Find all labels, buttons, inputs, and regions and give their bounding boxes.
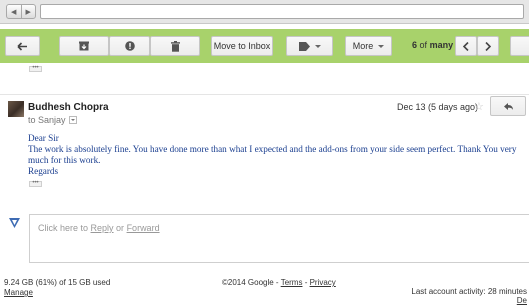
pager-status: 6 of many: [412, 40, 453, 50]
move-to-inbox-button[interactable]: Move to Inbox: [211, 36, 273, 56]
reply-arrow-icon: [9, 218, 20, 228]
reply-prompt-or: or: [113, 223, 127, 233]
label-icon: [298, 41, 310, 51]
pager-total: many: [429, 40, 454, 50]
privacy-link[interactable]: Privacy: [310, 278, 336, 287]
message-divider: [0, 94, 529, 95]
labels-button[interactable]: [286, 36, 333, 56]
show-trimmed-content-button[interactable]: •••: [29, 65, 42, 72]
report-spam-icon: [124, 41, 135, 51]
reply-prompt: Click here to Reply or Forward: [38, 223, 160, 233]
body-signoff: Regards: [28, 166, 59, 176]
reply-link[interactable]: Reply: [91, 223, 114, 233]
reply-prompt-prefix: Click here to: [38, 223, 91, 233]
body-paragraph: The work is absolutely fine. You have do…: [28, 144, 517, 165]
terms-link[interactable]: Terms: [281, 278, 303, 287]
quick-reply-box[interactable]: Click here to Reply or Forward: [29, 214, 529, 263]
browser-forward-icon[interactable]: ▶: [22, 5, 36, 18]
back-arrow-icon: [17, 41, 27, 51]
account-activity: Last account activity: 28 minutes De: [411, 287, 527, 305]
message-body: Dear Sir The work is absolutely fine. Yo…: [28, 133, 525, 177]
sender-name[interactable]: Budhesh Chopra: [28, 102, 109, 113]
body-greeting: Dear Sir: [28, 133, 59, 143]
settings-button[interactable]: [510, 36, 529, 56]
browser-nav-buttons: ◀ ▶: [6, 4, 36, 19]
chevron-down-icon: [378, 44, 385, 48]
avatar: [8, 101, 24, 117]
message-date: Dec 13 (5 days ago): [397, 102, 479, 112]
more-button[interactable]: More: [345, 36, 392, 56]
recipient-line: to Sanjay: [28, 115, 77, 125]
star-icon[interactable]: ☆: [474, 100, 484, 113]
chevron-left-icon: [463, 41, 469, 51]
report-spam-button[interactable]: [109, 36, 150, 56]
older-button[interactable]: [477, 36, 499, 56]
last-activity: Last account activity: 28 minutes: [411, 287, 527, 296]
browser-back-icon[interactable]: ◀: [7, 5, 22, 18]
move-to-inbox-label: Move to Inbox: [213, 41, 271, 51]
delete-icon: [170, 40, 180, 52]
reply-icon: [503, 102, 513, 110]
storage-info: 9.24 GB (61%) of 15 GB used Manage: [4, 278, 110, 298]
details-link[interactable]: De: [411, 296, 527, 305]
recipient-text: to Sanjay: [28, 115, 66, 125]
storage-usage: 9.24 GB (61%) of 15 GB used: [4, 278, 111, 287]
chevron-down-icon: [314, 44, 321, 48]
pager-of: of: [419, 40, 428, 50]
browser-chrome: ◀ ▶: [0, 0, 529, 24]
manage-storage-link[interactable]: Manage: [4, 288, 110, 298]
gmail-toolbar: Move to Inbox More 6 of many: [0, 29, 529, 63]
pager-position: 6: [412, 40, 418, 50]
forward-link[interactable]: Forward: [127, 223, 160, 233]
reply-button[interactable]: [490, 96, 526, 116]
chevron-right-icon: [485, 41, 491, 51]
delete-button[interactable]: [150, 36, 200, 56]
more-label: More: [352, 41, 374, 51]
show-trimmed-content-button[interactable]: •••: [29, 180, 42, 187]
copyright-text: ©2014 Google -: [222, 278, 281, 287]
footer-dash: -: [302, 278, 310, 287]
archive-icon: [79, 41, 89, 51]
footer-legal: ©2014 Google - Terms - Privacy: [222, 278, 336, 287]
back-to-list-button[interactable]: [5, 36, 40, 56]
newer-button[interactable]: [455, 36, 477, 56]
show-details-icon[interactable]: [68, 116, 77, 124]
url-bar[interactable]: [40, 4, 524, 19]
archive-button[interactable]: [59, 36, 109, 56]
